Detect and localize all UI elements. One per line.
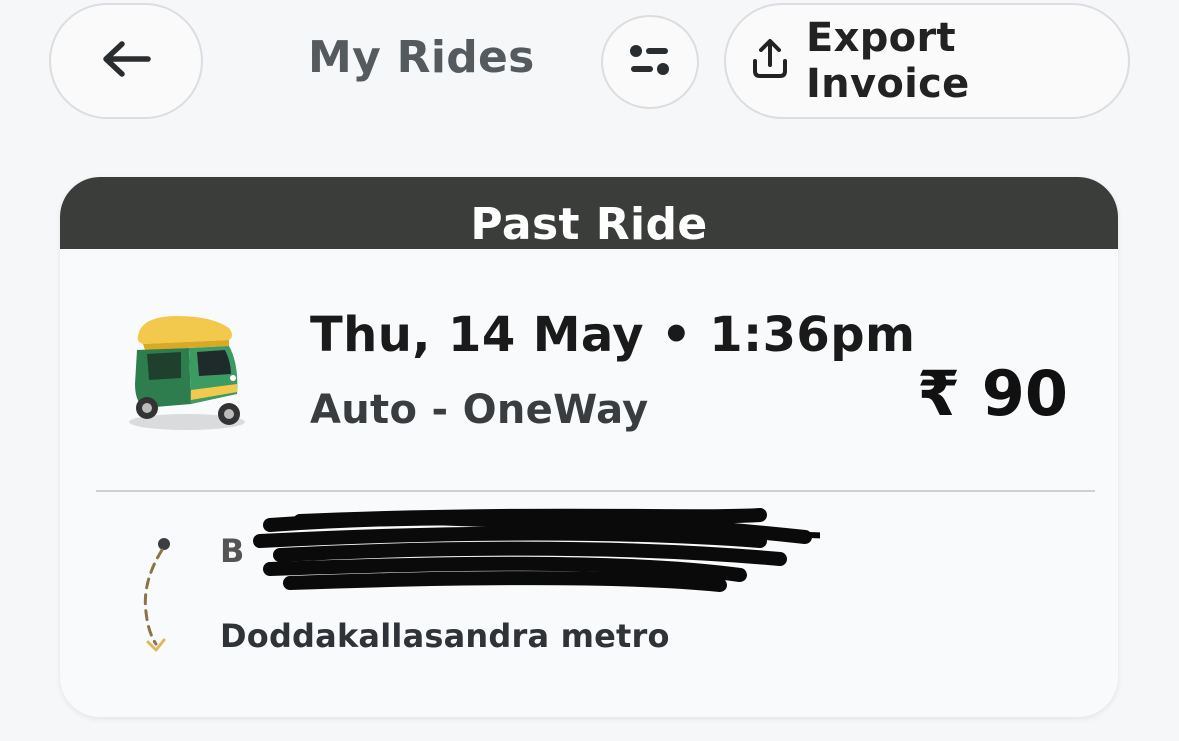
export-invoice-label: Export Invoice <box>806 15 970 107</box>
ride-fare: ₹ 90 <box>916 357 1068 430</box>
ride-card[interactable]: Past Ride Thu, 14 May • 1:36pm Auto - On… <box>60 177 1118 717</box>
filter-icon <box>628 43 672 81</box>
status-banner: Past Ride <box>60 177 1118 249</box>
export-invoice-button[interactable]: Export Invoice <box>724 3 1130 119</box>
filter-button[interactable] <box>601 15 699 109</box>
route-path-icon <box>136 532 176 662</box>
upload-icon <box>748 37 792 85</box>
auto-rickshaw-icon <box>117 304 257 434</box>
ride-type: Auto - OneWay <box>310 387 649 433</box>
drop-location: Doddakallasandra metro <box>220 617 670 655</box>
back-button[interactable] <box>49 3 203 119</box>
arrow-left-icon <box>100 39 152 83</box>
redaction-scribble <box>253 508 820 592</box>
ride-datetime: Thu, 14 May • 1:36pm <box>310 307 916 363</box>
page-title: My Rides <box>308 32 535 83</box>
divider <box>96 490 1095 492</box>
